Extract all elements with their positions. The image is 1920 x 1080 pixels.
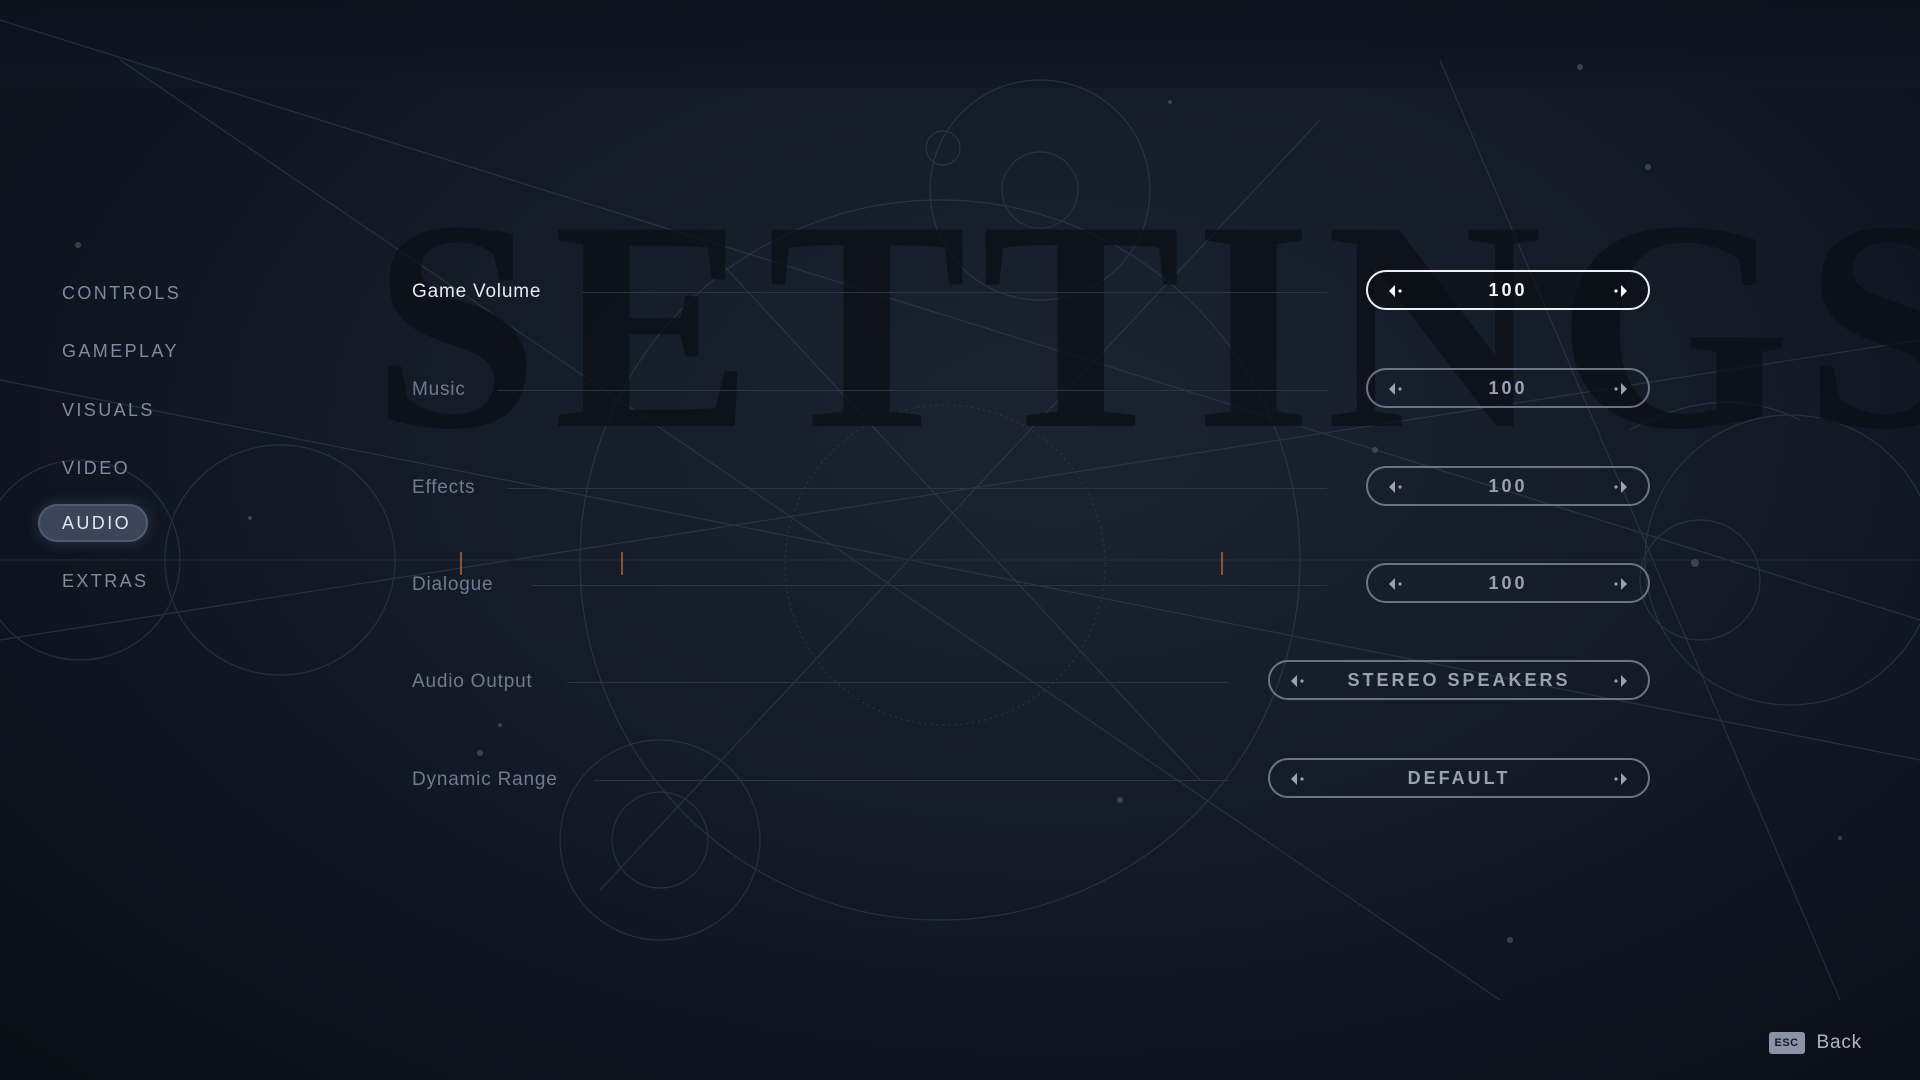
audio-output-selector[interactable]: STEREO SPEAKERS [1268, 660, 1650, 700]
arrow-left-icon[interactable] [1386, 283, 1406, 299]
setting-value: 100 [1488, 377, 1528, 398]
sidebar-item-label: GAMEPLAY [62, 341, 179, 361]
arrow-right-icon[interactable] [1610, 479, 1630, 495]
arrow-left-icon[interactable] [1288, 673, 1308, 689]
sidebar-item-label: VIDEO [62, 458, 131, 478]
sidebar-item-gameplay[interactable]: GAMEPLAY [38, 329, 238, 375]
row-divider [532, 585, 1327, 586]
sidebar-item-label: EXTRAS [62, 570, 149, 591]
setting-label: Dialogue [412, 574, 494, 595]
game-volume-selector[interactable]: 100 [1366, 270, 1650, 310]
settings-sidebar: CONTROLS GAMEPLAY VISUALS VIDEO AUDIO EX… [38, 270, 238, 617]
setting-row-dynamic-range[interactable]: Dynamic Range DEFAULT [412, 758, 1650, 802]
back-label: Back [1816, 1032, 1862, 1053]
arrow-left-icon[interactable] [1288, 771, 1308, 787]
setting-row-game-volume[interactable]: Game Volume 100 [412, 270, 1650, 314]
effects-selector[interactable]: 100 [1366, 466, 1650, 506]
back-button[interactable]: ESC Back [1768, 1032, 1862, 1054]
setting-label: Effects [412, 477, 476, 498]
setting-row-effects[interactable]: Effects 100 [412, 466, 1650, 510]
arrow-left-icon[interactable] [1386, 479, 1406, 495]
row-divider [582, 292, 1327, 293]
arrow-right-icon[interactable] [1610, 381, 1630, 397]
sidebar-item-label: CONTROLS [62, 282, 182, 303]
setting-value: 100 [1488, 572, 1528, 593]
sidebar-item-controls[interactable]: CONTROLS [38, 270, 238, 316]
setting-label: Music [412, 379, 466, 400]
setting-value: 100 [1488, 475, 1528, 496]
settings-watermark: SETTINGS [372, 159, 1920, 491]
music-selector[interactable]: 100 [1366, 368, 1650, 408]
arrow-left-icon[interactable] [1386, 381, 1406, 397]
arrow-right-icon[interactable] [1610, 771, 1630, 787]
sidebar-item-label: AUDIO [62, 512, 132, 533]
row-divider [594, 780, 1229, 781]
dynamic-range-selector[interactable]: DEFAULT [1268, 758, 1650, 798]
sidebar-item-audio[interactable]: AUDIO [38, 504, 148, 542]
sidebar-item-visuals[interactable]: VISUALS [38, 387, 238, 433]
row-divider [507, 488, 1327, 489]
setting-label: Audio Output [412, 671, 533, 692]
setting-label: Game Volume [412, 281, 542, 302]
setting-value: DEFAULT [1407, 767, 1511, 788]
dialogue-selector[interactable]: 100 [1366, 563, 1650, 603]
sidebar-item-video[interactable]: VIDEO [38, 446, 238, 492]
setting-value: STEREO SPEAKERS [1347, 669, 1571, 690]
sidebar-item-extras[interactable]: EXTRAS [38, 558, 238, 604]
setting-row-audio-output[interactable]: Audio Output STEREO SPEAKERS [412, 660, 1650, 704]
setting-label: Dynamic Range [412, 769, 558, 790]
arrow-left-icon[interactable] [1386, 576, 1406, 592]
arrow-right-icon[interactable] [1610, 673, 1630, 689]
settings-screen: SETTINGS CONTROLS GAMEPLAY VISUALS VIDEO… [0, 0, 1920, 1080]
row-divider [497, 390, 1327, 391]
setting-row-music[interactable]: Music 100 [412, 368, 1650, 412]
arrow-right-icon[interactable] [1610, 283, 1630, 299]
arrow-right-icon[interactable] [1610, 576, 1630, 592]
row-divider [567, 682, 1229, 683]
sidebar-item-label: VISUALS [62, 399, 155, 420]
setting-row-dialogue[interactable]: Dialogue 100 [412, 563, 1650, 607]
setting-value: 100 [1488, 279, 1528, 300]
esc-key-icon: ESC [1768, 1032, 1805, 1054]
